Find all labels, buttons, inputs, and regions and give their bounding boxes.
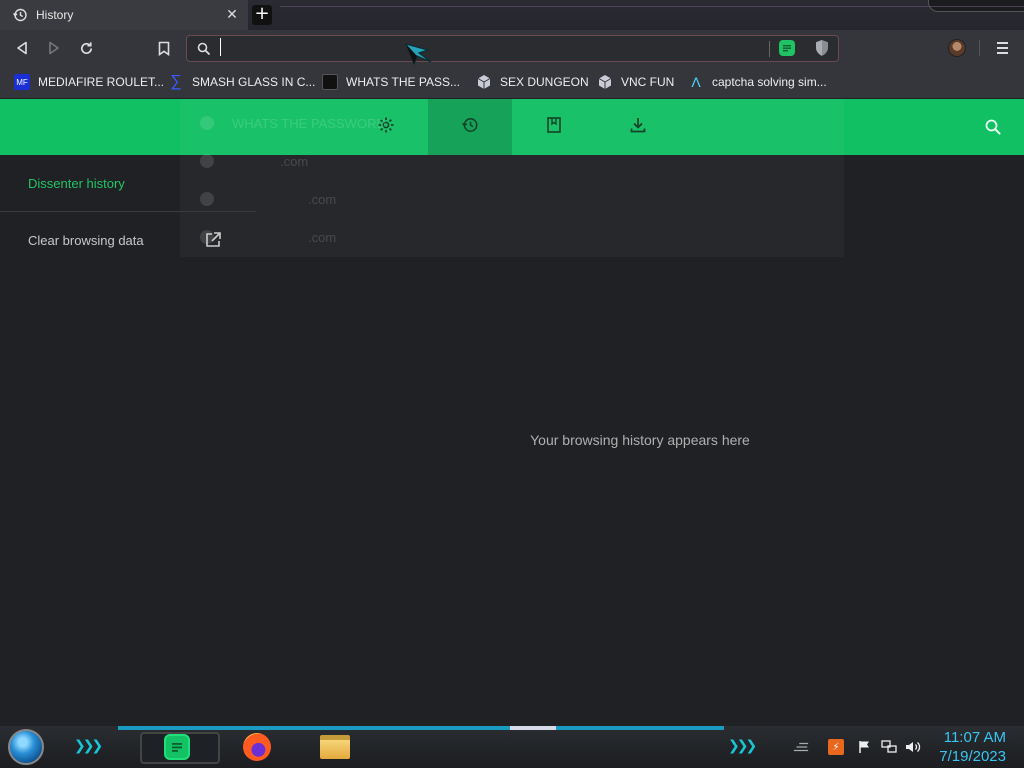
forward-icon[interactable] bbox=[44, 38, 64, 58]
bookmark-label: SEX DUNGEON bbox=[500, 75, 589, 89]
bookmark-label: WHATS THE PASS... bbox=[346, 75, 461, 89]
reload-icon[interactable] bbox=[76, 38, 96, 58]
black-square-icon bbox=[322, 74, 338, 90]
window-notch bbox=[928, 0, 1024, 12]
volume-icon[interactable] bbox=[905, 739, 921, 755]
tab-strip: History ✕ + bbox=[0, 0, 1024, 30]
search-icon[interactable] bbox=[982, 116, 1004, 138]
suggestion-text: .com bbox=[308, 229, 337, 245]
taskbar: ❯❯❯ ❯❯❯ ⚡ 11:07 AM 7/19/2023 bbox=[0, 726, 1024, 768]
autocomplete-dropdown: WHATS THE PASSWORD .com .com .com bbox=[180, 99, 844, 257]
globe-icon bbox=[200, 116, 214, 130]
bookmark-label: VNC FUN bbox=[621, 75, 675, 89]
suggestion-text: .com bbox=[308, 191, 337, 207]
sidebar-item-clear-browsing-data[interactable]: Clear browsing data bbox=[28, 233, 144, 248]
bookmark-label: SMASH GLASS IN C... bbox=[192, 75, 316, 89]
toolbar-divider bbox=[979, 40, 980, 56]
bookmark-captcha[interactable]: Λ captcha solving sim... bbox=[688, 71, 827, 93]
bookmark-smash-glass[interactable]: ∑ SMASH GLASS IN C... bbox=[168, 71, 315, 93]
empty-history-message: Your browsing history appears here bbox=[530, 432, 750, 448]
sidebar: Dissenter history Clear browsing data bbox=[0, 155, 256, 725]
clock-date: 7/19/2023 bbox=[939, 748, 1006, 765]
clock-time: 11:07 AM bbox=[943, 729, 1006, 746]
address-bar[interactable] bbox=[186, 35, 839, 62]
address-divider bbox=[769, 41, 770, 57]
bookmark-vnc-fun[interactable]: VNC FUN bbox=[597, 71, 674, 93]
sidebar-divider bbox=[0, 211, 256, 212]
dissenter-icon[interactable] bbox=[779, 40, 795, 56]
chevron-decoration-icon: ❯❯❯ bbox=[728, 738, 757, 754]
dissenter-icon[interactable] bbox=[160, 732, 194, 762]
search-icon bbox=[197, 41, 211, 60]
cursor-icon bbox=[404, 42, 434, 70]
bookmark-whats-the-pass[interactable]: WHATS THE PASS... bbox=[322, 71, 460, 93]
mediafire-icon: MF bbox=[14, 74, 30, 90]
cube-icon bbox=[476, 74, 492, 90]
sidebar-item-dissenter-history[interactable]: Dissenter history bbox=[28, 176, 125, 191]
taskbar-glow-accent bbox=[510, 726, 556, 730]
cube-icon bbox=[597, 74, 613, 90]
suggestion-row[interactable]: WHATS THE PASSWORD bbox=[200, 113, 386, 133]
network-icon[interactable] bbox=[881, 739, 897, 755]
bookmarks-bar: MF MEDIAFIRE ROULET... ∑ SMASH GLASS IN … bbox=[0, 66, 1024, 98]
suggestion-text: .com bbox=[280, 153, 309, 169]
tab-title: History bbox=[36, 8, 74, 22]
back-icon[interactable] bbox=[12, 38, 32, 58]
start-button[interactable] bbox=[8, 729, 44, 765]
chevron-decoration-icon: ❯❯❯ bbox=[74, 738, 103, 754]
bookmark-label: captcha solving sim... bbox=[712, 75, 827, 89]
tab-history[interactable]: History ✕ bbox=[0, 0, 248, 30]
firefox-icon[interactable] bbox=[240, 732, 274, 762]
app-tray-icon[interactable]: ⚡ bbox=[828, 739, 844, 755]
flag-icon[interactable] bbox=[857, 739, 873, 755]
new-tab-button[interactable]: + bbox=[252, 5, 272, 25]
sigma-icon: ∑ bbox=[170, 73, 182, 90]
clock[interactable]: 11:07 AM 7/19/2023 bbox=[939, 728, 1006, 766]
address-input[interactable] bbox=[219, 39, 739, 58]
bookmark-icon[interactable] bbox=[154, 38, 174, 58]
show-hidden-icons-icon[interactable] bbox=[793, 739, 809, 755]
menu-icon[interactable] bbox=[993, 39, 1011, 57]
shield-icon[interactable] bbox=[814, 39, 830, 57]
external-link-icon[interactable] bbox=[204, 231, 222, 249]
suggestion-text: WHATS THE PASSWORD bbox=[232, 115, 386, 131]
a-logo-icon: Λ bbox=[691, 74, 701, 90]
avatar[interactable] bbox=[948, 39, 966, 57]
toolbar bbox=[0, 30, 1024, 66]
browser-window: History ✕ + MF MEDIAFIRE ROULET... ∑ SMA… bbox=[0, 0, 1024, 768]
history-icon bbox=[12, 7, 28, 23]
taskbar-glow bbox=[118, 726, 724, 730]
bookmark-label: MEDIAFIRE ROULET... bbox=[38, 75, 165, 89]
text-caret bbox=[220, 38, 221, 56]
bookmark-sex-dungeon[interactable]: SEX DUNGEON bbox=[476, 71, 589, 93]
bookmark-mediafire[interactable]: MF MEDIAFIRE ROULET... bbox=[14, 71, 164, 93]
file-explorer-icon[interactable] bbox=[318, 732, 352, 762]
close-icon[interactable]: ✕ bbox=[224, 7, 240, 23]
